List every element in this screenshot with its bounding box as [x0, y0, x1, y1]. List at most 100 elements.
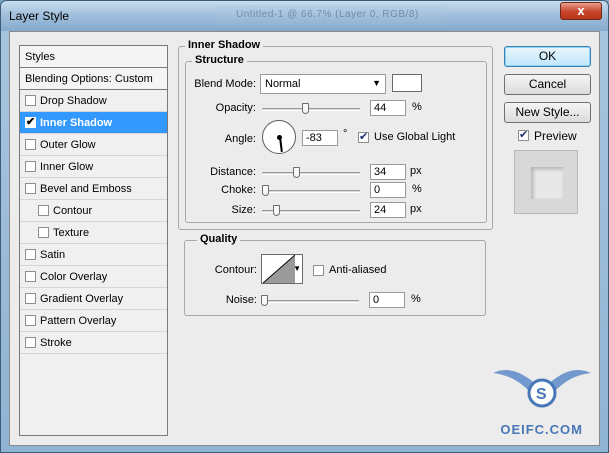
noise-slider-thumb[interactable] — [261, 295, 268, 306]
style-item-checkbox[interactable] — [38, 227, 49, 238]
preview-box[interactable] — [518, 128, 529, 141]
style-item-checkbox[interactable] — [25, 95, 36, 106]
watermark-logo: S OEIFC.COM — [491, 359, 593, 441]
style-item-inner-glow[interactable]: Inner Glow — [20, 156, 167, 178]
noise-unit: % — [411, 293, 421, 305]
contour-label: Contour: — [214, 264, 257, 276]
blend-mode-value: Normal — [265, 78, 301, 90]
style-item-gradient-overlay[interactable]: Gradient Overlay — [20, 288, 167, 310]
style-item-checkbox[interactable] — [25, 293, 36, 304]
style-rows: Drop Shadow Inner Shadow Outer Glow Inner G… — [20, 90, 167, 354]
angle-label: Angle: — [224, 133, 256, 145]
svg-text:S: S — [536, 386, 547, 403]
dropdown-arrow-icon: ▼ — [372, 78, 381, 88]
style-item-checkbox[interactable] — [25, 315, 36, 326]
style-item-texture[interactable]: Texture — [20, 222, 167, 244]
style-item-satin[interactable]: Satin — [20, 244, 167, 266]
noise-slider[interactable] — [261, 300, 359, 303]
choke-slider[interactable] — [262, 190, 360, 193]
distance-label: Distance: — [210, 166, 256, 178]
angle-center-dot — [277, 135, 282, 140]
style-item-checkbox[interactable] — [25, 337, 36, 348]
contour-dropdown-arrow-icon[interactable]: ▼ — [293, 264, 301, 273]
anti-aliased-box[interactable] — [313, 265, 324, 276]
cancel-button[interactable]: Cancel — [504, 74, 591, 95]
contour-picker[interactable]: ▼ — [261, 254, 303, 284]
opacity-slider-thumb[interactable] — [302, 103, 309, 114]
preview-swatch — [531, 167, 563, 199]
inner-shadow-group: Inner Shadow Structure Blend Mode: Norma… — [178, 39, 493, 230]
distance-input[interactable]: 34 — [370, 164, 406, 180]
choke-label: Choke: — [221, 184, 256, 196]
inner-shadow-title: Inner Shadow — [185, 39, 264, 51]
style-item-pattern-overlay[interactable]: Pattern Overlay — [20, 310, 167, 332]
style-item-label: Inner Shadow — [40, 117, 113, 129]
style-item-stroke[interactable]: Stroke — [20, 332, 167, 354]
angle-input[interactable]: -83 — [302, 130, 338, 146]
styles-header[interactable]: Styles — [20, 46, 167, 68]
style-item-color-overlay[interactable]: Color Overlay — [20, 266, 167, 288]
opacity-slider[interactable] — [262, 108, 360, 111]
style-item-label: Pattern Overlay — [40, 315, 117, 327]
choke-unit: % — [412, 183, 422, 195]
choke-input[interactable]: 0 — [370, 182, 406, 198]
style-item-checkbox[interactable] — [25, 139, 36, 150]
style-item-inner-shadow[interactable]: Inner Shadow — [20, 112, 167, 134]
style-item-checkbox[interactable] — [38, 205, 49, 216]
contour-curve-icon — [263, 255, 295, 283]
style-item-contour[interactable]: Contour — [20, 200, 167, 222]
style-item-bevel-and-emboss[interactable]: Bevel and Emboss — [20, 178, 167, 200]
background-document-tab: Untitled-1 @ 66.7% (Layer 0, RGB/8) — [216, 5, 446, 25]
distance-slider[interactable] — [262, 172, 360, 175]
dialog-body: Styles Blending Options: Custom Drop Sha… — [9, 31, 600, 446]
size-unit: px — [410, 203, 422, 215]
blend-mode-label: Blend Mode: — [194, 78, 256, 90]
noise-label: Noise: — [225, 294, 257, 306]
style-item-label: Contour — [53, 205, 93, 217]
shadow-color-swatch[interactable] — [392, 74, 422, 92]
style-item-checkbox[interactable] — [25, 271, 36, 282]
style-item-label: Texture — [53, 227, 90, 239]
title-bar[interactable]: Layer Style Untitled-1 @ 66.7% (Layer 0,… — [1, 1, 608, 31]
close-button[interactable]: x — [560, 2, 602, 20]
blend-mode-select[interactable]: Normal ▼ — [260, 74, 386, 94]
opacity-input[interactable]: 44 — [370, 100, 406, 116]
use-global-light-box[interactable] — [358, 130, 369, 143]
quality-title: Quality — [197, 233, 241, 245]
style-item-label: Drop Shadow — [40, 95, 107, 107]
size-slider-thumb[interactable] — [273, 205, 280, 216]
size-label: Size: — [231, 204, 256, 216]
preview-label: Preview — [534, 129, 577, 143]
structure-group: Structure Blend Mode: Normal ▼ Opacity: … — [185, 54, 487, 223]
style-item-checkbox[interactable] — [25, 161, 36, 172]
style-item-label: Gradient Overlay — [40, 293, 124, 305]
size-input[interactable]: 24 — [370, 202, 406, 218]
style-item-label: Inner Glow — [40, 161, 94, 173]
style-item-checkbox[interactable] — [25, 249, 36, 260]
style-item-drop-shadow[interactable]: Drop Shadow — [20, 90, 167, 112]
ok-button[interactable]: OK — [504, 46, 591, 67]
style-item-label: Satin — [40, 249, 66, 261]
winged-logo-icon: S — [493, 370, 591, 408]
use-global-light-label: Use Global Light — [374, 131, 456, 143]
quality-group: Quality Contour: ▼ Anti-aliased Noise: 0… — [184, 233, 486, 316]
style-item-checkbox[interactable] — [25, 115, 36, 128]
distance-slider-thumb[interactable] — [293, 167, 300, 178]
style-item-outer-glow[interactable]: Outer Glow — [20, 134, 167, 156]
style-item-label: Stroke — [40, 337, 72, 349]
new-style-button[interactable]: New Style... — [504, 102, 591, 123]
angle-unit: ° — [343, 128, 348, 140]
anti-aliased-label: Anti-aliased — [329, 264, 387, 276]
style-item-label: Outer Glow — [40, 139, 96, 151]
styles-list: Styles Blending Options: Custom Drop Sha… — [19, 45, 168, 436]
style-item-label: Bevel and Emboss — [40, 183, 132, 195]
opacity-label: Opacity: — [215, 102, 256, 114]
angle-dial[interactable] — [262, 120, 296, 154]
window-title: Layer Style — [9, 9, 70, 23]
style-item-checkbox[interactable] — [25, 183, 36, 194]
noise-input[interactable]: 0 — [369, 292, 405, 308]
choke-slider-thumb[interactable] — [262, 185, 269, 196]
background-tab-label: Untitled-1 @ 66.7% (Layer 0, RGB/8) — [236, 9, 419, 20]
blending-options-item[interactable]: Blending Options: Custom — [20, 68, 167, 90]
style-item-label: Color Overlay — [40, 271, 108, 283]
